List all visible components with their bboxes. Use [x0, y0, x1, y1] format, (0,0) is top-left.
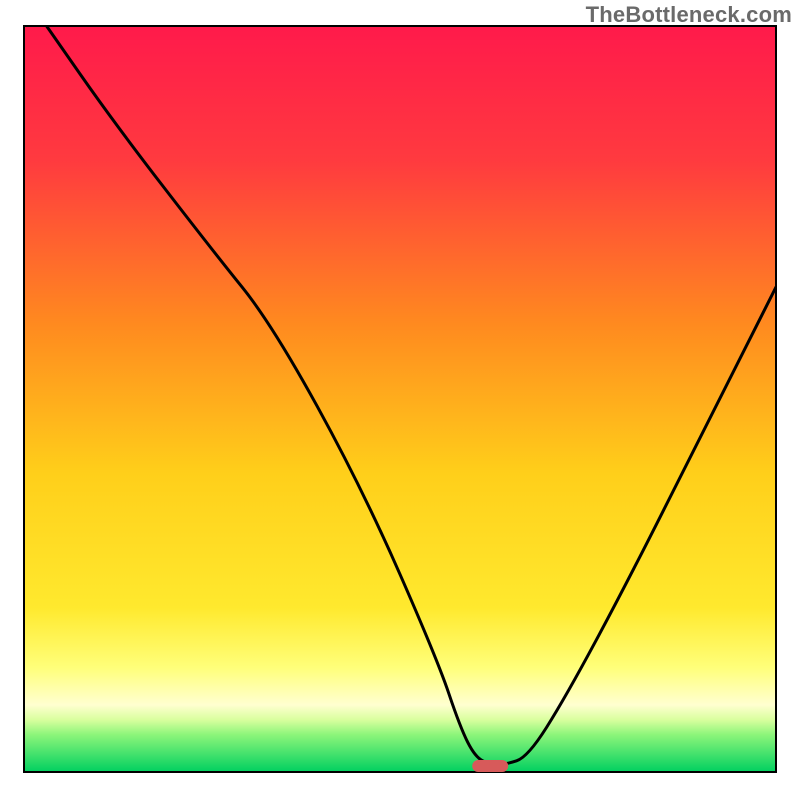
optimal-marker	[472, 760, 508, 772]
watermark-text: TheBottleneck.com	[586, 2, 792, 28]
bottleneck-chart: TheBottleneck.com	[0, 0, 800, 800]
chart-svg	[0, 0, 800, 800]
plot-background	[24, 26, 776, 772]
